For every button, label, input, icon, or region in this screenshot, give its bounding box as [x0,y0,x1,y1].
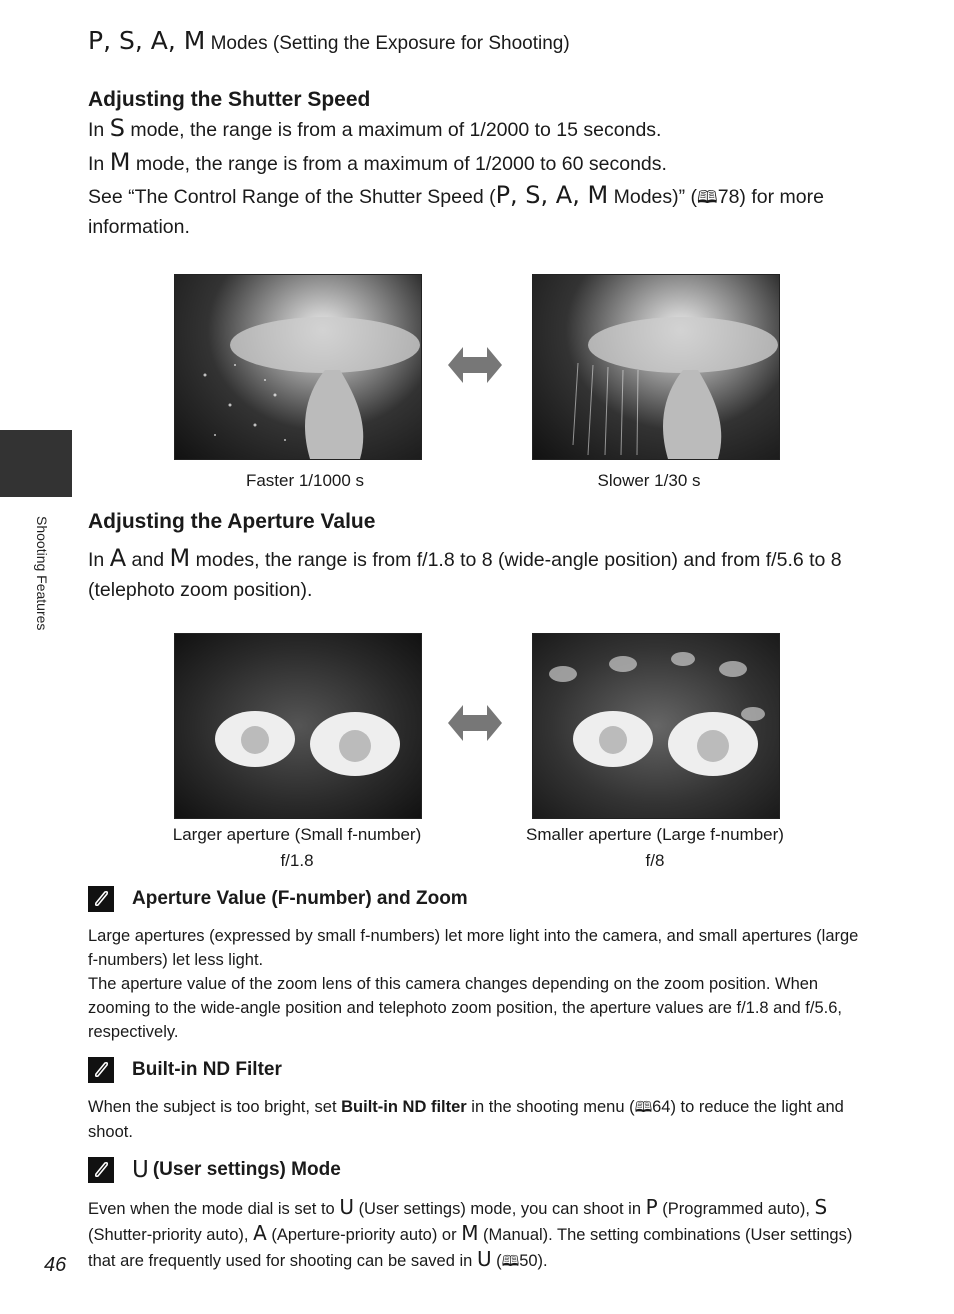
book-icon: 🕮 [501,1254,520,1270]
text: (User settings) mode, you can shoot in [358,1200,642,1218]
mode-letters: P, S, A, M [495,181,609,209]
fountain-photo-slow [532,274,780,460]
page-reference[interactable]: 78 [718,186,740,208]
text: ). [537,1252,548,1270]
mode-u-icon: U [476,1247,492,1271]
mode-letters: P, S, A, M [88,26,206,55]
text: In [88,153,105,175]
text: mode, the range is from a maximum of 1/2… [135,153,667,175]
f-number: f/1.8 [280,851,314,870]
caption-slow: Slower 1/30 s [597,471,701,490]
double-arrow-icon [448,705,502,741]
text: Modes)” ( [613,186,698,208]
page-number: 46 [44,1254,67,1276]
fountain-photo-fast [174,274,422,460]
note-body: Large apertures (expressed by small f-nu… [88,924,868,1044]
note-icon [88,1057,114,1083]
note-body: When the subject is too bright, set Buil… [88,1095,868,1144]
note-heading: Built-in ND Filter [88,1057,282,1083]
menu-item-name: Built-in ND filter [341,1098,467,1116]
note-title: Aperture Value (F-number) and Zoom [132,888,468,909]
text: (Shutter-priority auto), [88,1226,249,1244]
shutter-heading: Adjusting the Shutter Speed [88,88,371,111]
header-title: Modes (Setting the Exposure for Shooting… [210,33,570,54]
note-title: Built-in ND Filter [132,1059,282,1080]
caption-text: Larger aperture (Small f-number) [172,825,422,844]
book-icon: 🕮 [697,187,718,207]
mode-m-icon: M [109,148,131,176]
text: (Programmed auto), [662,1200,810,1218]
aperture-text: In A and M modes, the range is from f/1.… [88,545,848,605]
text: (Aperture-priority auto) or [271,1226,457,1244]
note-heading: U (User settings) Mode [88,1157,341,1183]
section-tab [0,430,72,497]
paragraph: The aperture value of the zoom lens of t… [88,975,842,1041]
mode-m-icon: M [461,1221,479,1245]
caption-fast: Faster 1/1000 s [245,471,365,490]
section-label: Shooting Features [34,516,50,631]
page-header: P, S, A, M Modes (Setting the Exposure f… [88,26,570,55]
text: mode, the range is from a maximum of 1/2… [130,119,662,141]
double-arrow-icon [448,347,502,383]
text: When the subject is too bright, set [88,1098,342,1116]
mode-m-icon: M [169,544,191,572]
caption-large-aperture: Larger aperture (Small f-number) f/1.8 [140,822,454,874]
mode-u-icon: U [339,1195,354,1219]
page-reference[interactable]: 64 [652,1098,670,1116]
note-title: (User settings) Mode [152,1159,341,1180]
flower-photo-small-aperture [532,633,780,819]
mode-s-icon: S [814,1195,828,1219]
f-number: f/8 [645,851,665,870]
shutter-line-3: See “The Control Range of the Shutter Sp… [88,182,848,242]
note-icon [88,886,114,912]
text: in the shooting menu ( [466,1098,635,1116]
caption-small-aperture: Smaller aperture (Large f-number) f/8 [500,822,810,874]
note-heading: Aperture Value (F-number) and Zoom [88,886,468,912]
mode-s-icon: S [109,114,125,142]
text: and [131,549,165,571]
shutter-line-1: In S mode, the range is from a maximum o… [88,115,848,145]
mode-a-icon: A [109,544,127,572]
flower-photo-large-aperture [174,633,422,819]
aperture-heading: Adjusting the Aperture Value [88,510,376,533]
text: Even when the mode dial is set to [88,1200,335,1218]
mode-p-icon: P [645,1195,658,1219]
shutter-line-2: In M mode, the range is from a maximum o… [88,149,848,179]
caption-text: Smaller aperture (Large f-number) [526,825,784,844]
mode-u-icon: U [132,1157,149,1183]
page-reference[interactable]: 50 [519,1252,537,1270]
mode-a-icon: A [253,1221,267,1245]
book-icon: 🕮 [634,1100,653,1116]
text: In [88,119,105,141]
text: In [88,549,105,571]
paragraph: Large apertures (expressed by small f-nu… [88,927,859,969]
text: See “The Control Range of the Shutter Sp… [88,186,496,208]
note-body: Even when the mode dial is set to U (Use… [88,1195,868,1274]
note-icon [88,1157,114,1183]
text: modes, the range is from f/1.8 to 8 (wid… [88,549,842,601]
